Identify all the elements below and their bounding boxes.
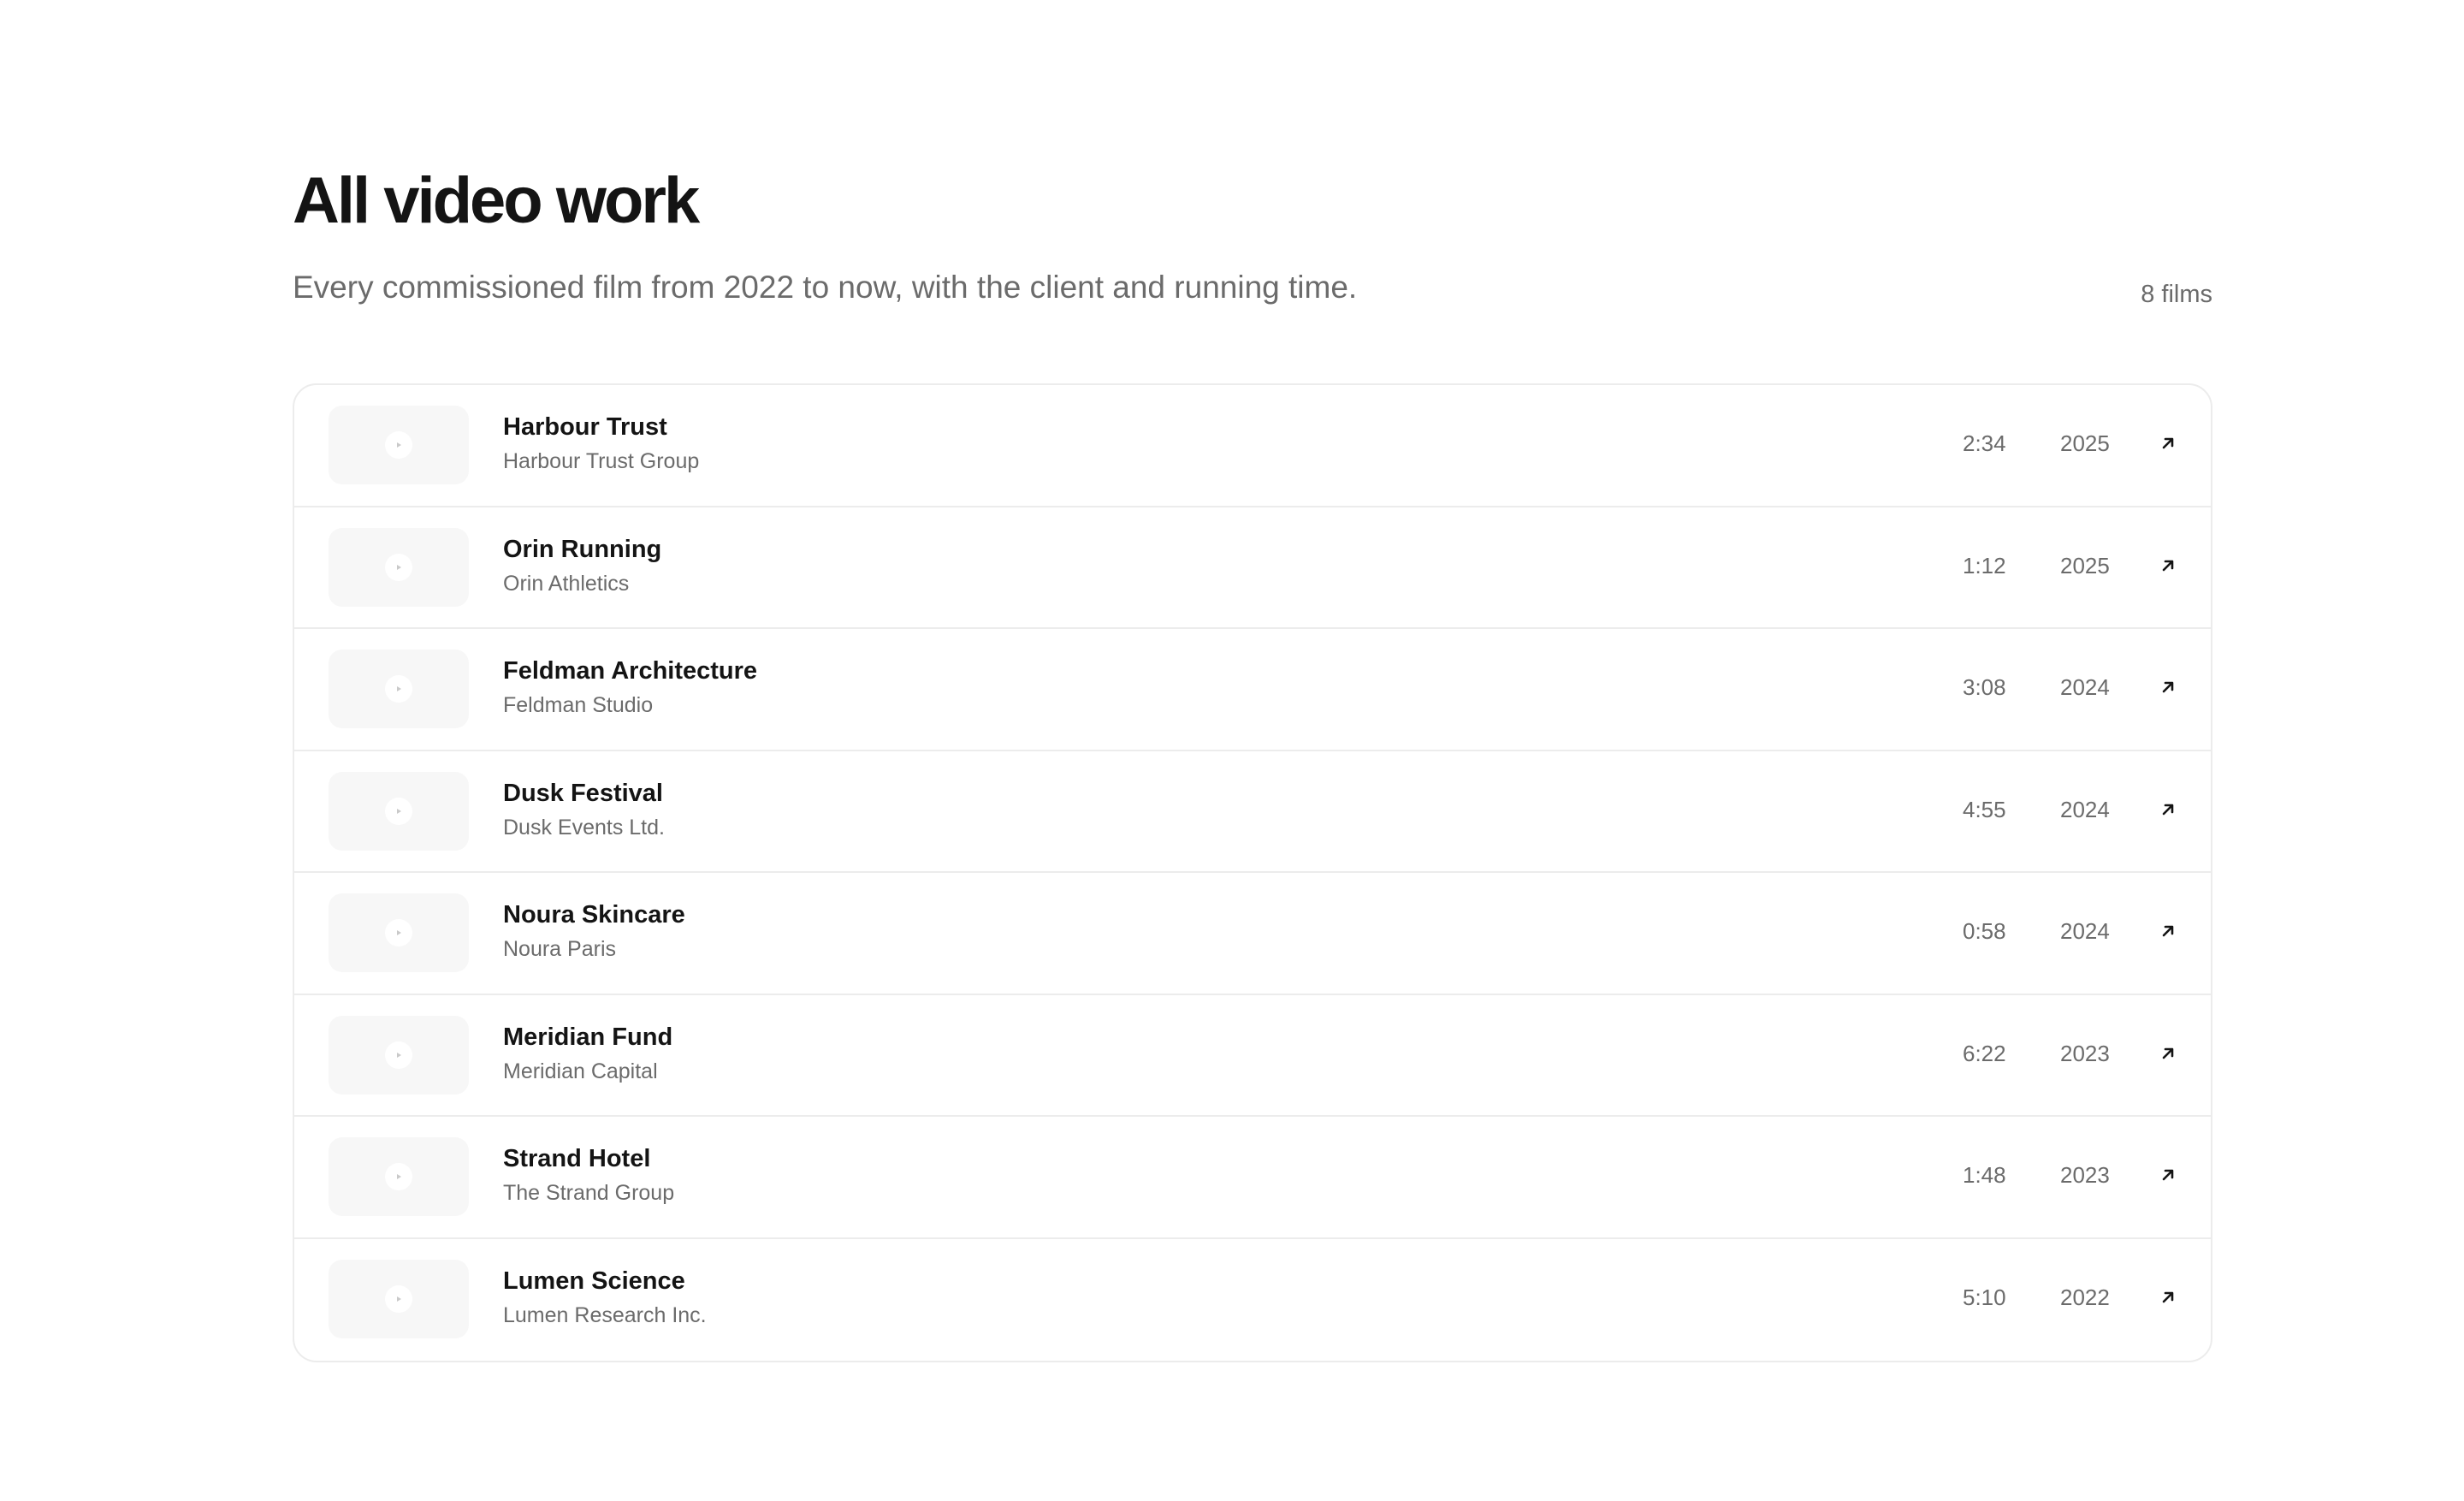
play-icon (385, 431, 412, 459)
play-icon (385, 1284, 412, 1313)
film-text: Harbour Trust Harbour Trust Group (503, 411, 699, 476)
film-row[interactable]: Feldman Architecture Feldman Studio 3:08… (294, 629, 2211, 751)
arrow-up-right-icon[interactable] (2154, 430, 2182, 457)
film-duration: 2:34 (1963, 430, 2006, 456)
film-list: Harbour Trust Harbour Trust Group 2:34 2… (293, 383, 2212, 1362)
film-row[interactable]: Noura Skincare Noura Paris 0:58 2024 (294, 873, 2211, 995)
film-duration: 3:08 (1963, 674, 2006, 700)
film-thumbnail[interactable] (329, 771, 469, 851)
film-client: Feldman Studio (503, 693, 654, 717)
play-icon (385, 553, 412, 581)
film-row[interactable]: Strand Hotel The Strand Group 1:48 2023 (294, 1117, 2211, 1239)
film-row[interactable]: Lumen Science Lumen Research Inc. 5:10 2… (294, 1239, 2211, 1362)
film-text: Orin Running Orin Athletics (503, 533, 661, 598)
film-year: 2024 (2060, 674, 2110, 700)
film-row[interactable]: Orin Running Orin Athletics 1:12 2025 (294, 507, 2211, 629)
play-icon (385, 919, 412, 946)
film-row[interactable]: Dusk Festival Dusk Events Ltd. 4:55 2024 (294, 751, 2211, 873)
film-duration: 1:12 (1963, 552, 2006, 578)
arrow-up-right-icon[interactable] (2154, 796, 2182, 823)
arrow-up-right-icon[interactable] (2154, 673, 2182, 701)
film-duration: 0:58 (1963, 918, 2006, 944)
film-client: Noura Paris (503, 937, 616, 961)
film-thumbnail[interactable] (329, 527, 469, 607)
play-icon (385, 1041, 412, 1069)
film-thumbnail[interactable] (329, 650, 469, 728)
arrow-up-right-icon[interactable] (2154, 1161, 2182, 1189)
film-row[interactable]: Meridian Fund Meridian Capital 6:22 2023 (294, 995, 2211, 1117)
play-icon (385, 675, 412, 703)
arrow-up-right-icon[interactable] (2154, 1040, 2182, 1067)
film-row[interactable]: Harbour Trust Harbour Trust Group 2:34 2… (294, 385, 2211, 507)
film-client: The Strand Group (503, 1181, 675, 1205)
film-title: Feldman Architecture (503, 657, 758, 685)
film-duration: 5:10 (1963, 1284, 2006, 1310)
film-thumbnail[interactable] (329, 1137, 469, 1216)
page-subtitle: Every commissioned film from 2022 to now… (293, 270, 1358, 305)
film-client: Dusk Events Ltd. (503, 815, 665, 839)
page-title: All video work (293, 164, 700, 237)
film-title: Noura Skincare (503, 901, 685, 928)
film-thumbnail[interactable] (329, 1015, 469, 1095)
film-year: 2024 (2060, 918, 2110, 944)
film-title: Orin Running (503, 535, 662, 563)
film-client: Lumen Research Inc. (503, 1302, 707, 1327)
film-text: Feldman Architecture Feldman Studio (503, 655, 757, 720)
film-client: Meridian Capital (503, 1059, 658, 1083)
film-thumbnail[interactable] (329, 1259, 469, 1338)
film-count: 8 films (2141, 281, 2212, 308)
film-year: 2023 (2060, 1040, 2110, 1066)
film-title: Dusk Festival (503, 779, 663, 807)
film-title: Harbour Trust (503, 413, 667, 441)
film-year: 2022 (2060, 1284, 2110, 1310)
film-text: Lumen Science Lumen Research Inc. (503, 1265, 707, 1330)
film-thumbnail[interactable] (329, 893, 469, 972)
play-icon (385, 1163, 412, 1190)
film-title: Lumen Science (503, 1267, 685, 1295)
film-year: 2024 (2060, 796, 2110, 822)
arrow-up-right-icon[interactable] (2154, 552, 2182, 579)
film-text: Meridian Fund Meridian Capital (503, 1021, 672, 1086)
film-title: Strand Hotel (503, 1145, 651, 1172)
film-year: 2023 (2060, 1162, 2110, 1188)
arrow-up-right-icon[interactable] (2154, 917, 2182, 945)
film-duration: 4:55 (1963, 796, 2006, 822)
film-client: Harbour Trust Group (503, 449, 700, 473)
film-client: Orin Athletics (503, 571, 630, 596)
film-year: 2025 (2060, 430, 2110, 456)
film-text: Dusk Festival Dusk Events Ltd. (503, 777, 665, 842)
play-icon (385, 797, 412, 825)
film-duration: 1:48 (1963, 1162, 2006, 1188)
film-thumbnail[interactable] (329, 406, 469, 484)
film-text: Strand Hotel The Strand Group (503, 1142, 674, 1207)
film-text: Noura Skincare Noura Paris (503, 899, 685, 964)
film-duration: 6:22 (1963, 1040, 2006, 1066)
arrow-up-right-icon[interactable] (2154, 1284, 2182, 1311)
film-year: 2025 (2060, 552, 2110, 578)
film-title: Meridian Fund (503, 1023, 673, 1051)
